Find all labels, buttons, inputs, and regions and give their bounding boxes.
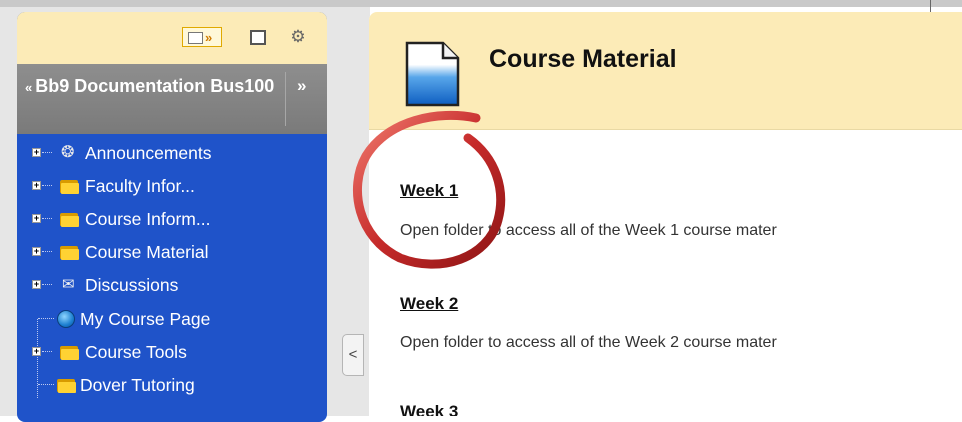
menu-item-announcements[interactable]: + ❂ Announcements — [17, 142, 327, 166]
menu-item-discussions[interactable]: + ✉ Discussions — [17, 274, 327, 298]
folder-icon — [60, 243, 79, 261]
menu-item-label: Faculty Infor... — [85, 176, 195, 196]
refresh-icon[interactable]: ⚙ — [289, 27, 307, 47]
tree-connector — [42, 218, 52, 219]
folder-icon — [60, 210, 79, 228]
collapse-menu-button[interactable]: < — [342, 334, 364, 376]
course-menu-toolbar: » ⚙ — [17, 12, 327, 64]
menu-item-course-info[interactable]: + Course Inform... — [17, 208, 327, 232]
tree-connector — [42, 284, 52, 285]
folder-icon — [57, 376, 76, 394]
menu-item-label: Course Tools — [85, 342, 187, 362]
open-new-window-icon[interactable] — [250, 27, 269, 45]
expand-plus-icon[interactable]: + — [32, 280, 41, 289]
announcement-icon: ❂ — [61, 144, 75, 161]
menu-item-faculty-info[interactable]: + Faculty Infor... — [17, 175, 327, 199]
expand-plus-icon[interactable]: + — [32, 148, 41, 157]
tree-connector — [42, 251, 52, 252]
course-title-bar: «Bb9 Documentation Bus100 » — [17, 64, 327, 134]
course-title[interactable]: «Bb9 Documentation Bus100 — [25, 75, 280, 99]
folder-icon — [60, 343, 79, 361]
discussion-icon: ✉ — [62, 276, 75, 293]
menu-item-label: Announcements — [85, 143, 212, 163]
menu-item-course-tools[interactable]: + Course Tools — [17, 341, 327, 365]
expand-plus-icon[interactable]: + — [32, 347, 41, 356]
page-title: Course Material — [489, 45, 677, 73]
tree-connector — [42, 185, 52, 186]
menu-item-dover-tutoring[interactable]: Dover Tutoring — [17, 374, 327, 398]
top-strip — [0, 0, 962, 7]
header-divider — [285, 72, 286, 126]
document-icon — [405, 41, 460, 107]
folder-icon — [60, 177, 79, 195]
content-area: Course Material Week 1 Open folder to ac… — [369, 12, 962, 416]
expand-menu-icon[interactable]: » — [297, 76, 306, 96]
expand-plus-icon[interactable]: + — [32, 181, 41, 190]
tree-connector — [38, 384, 54, 385]
course-title-text: Bb9 Documentation Bus100 — [35, 76, 275, 96]
folder-view-button[interactable]: » — [182, 27, 222, 47]
tree-connector — [42, 152, 52, 153]
week-3-link[interactable]: Week 3 — [400, 402, 458, 416]
menu-item-label: Course Material — [85, 242, 209, 262]
course-menu-panel: » ⚙ «Bb9 Documentation Bus100 » + ❂ Anno… — [17, 12, 327, 422]
menu-item-my-course-page[interactable]: My Course Page — [17, 308, 327, 332]
collapse-course-icon[interactable]: « — [25, 80, 32, 95]
menu-item-label: Dover Tutoring — [80, 375, 195, 395]
folder-view-icon — [188, 32, 203, 44]
week-1-description: Open folder to access all of the Week 1 … — [400, 222, 777, 239]
top-divider — [930, 0, 931, 12]
week-1-link[interactable]: Week 1 — [400, 181, 458, 201]
expand-plus-icon[interactable]: + — [32, 247, 41, 256]
week-2-description: Open folder to access all of the Week 2 … — [400, 334, 777, 351]
globe-icon — [57, 310, 75, 328]
tree-connector — [38, 318, 54, 319]
menu-item-label: Course Inform... — [85, 209, 211, 229]
menu-item-label: My Course Page — [80, 309, 211, 329]
chevron-down-icon: » — [205, 30, 213, 45]
menu-item-label: Discussions — [85, 275, 179, 295]
expand-plus-icon[interactable]: + — [32, 214, 41, 223]
week-2-link[interactable]: Week 2 — [400, 294, 458, 314]
content-header: Course Material — [369, 12, 962, 130]
tree-connector — [42, 351, 52, 352]
menu-item-course-material[interactable]: + Course Material — [17, 241, 327, 265]
